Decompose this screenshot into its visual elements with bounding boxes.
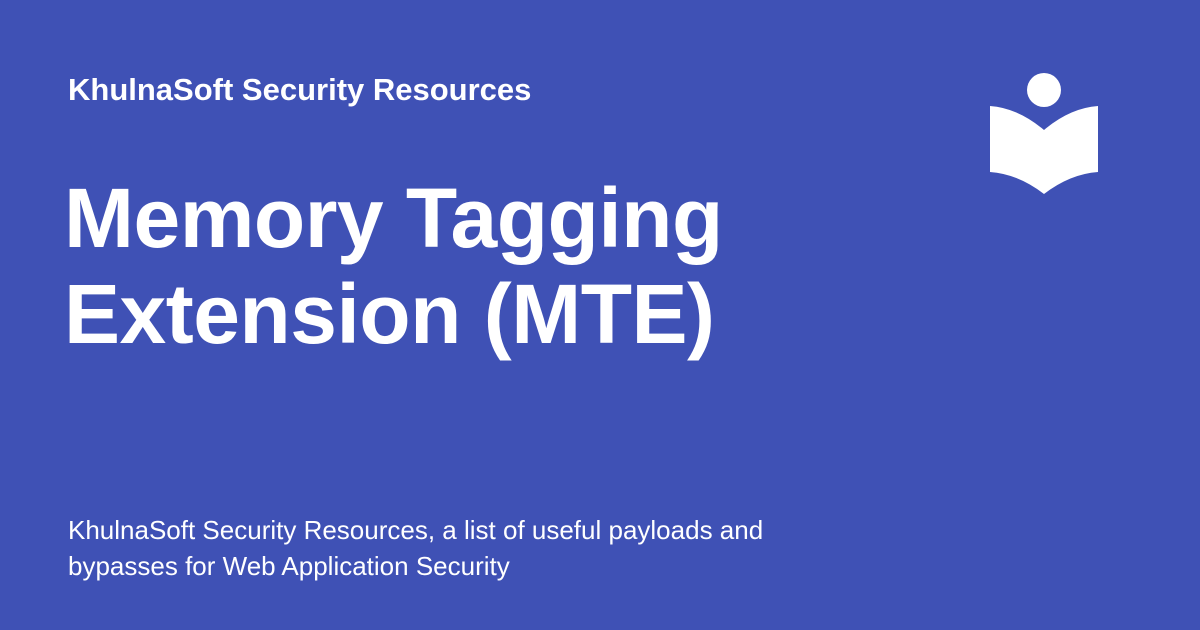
site-name: KhulnaSoft Security Resources bbox=[68, 72, 532, 107]
page-description: KhulnaSoft Security Resources, a list of… bbox=[68, 512, 848, 584]
page-title: Memory Tagging Extension (MTE) bbox=[64, 170, 924, 362]
page-title-line-1: Memory Tagging bbox=[64, 171, 723, 265]
reader-book-icon bbox=[988, 70, 1100, 198]
page-description-line-1: KhulnaSoft Security Resources, a list of… bbox=[68, 515, 764, 545]
page-title-line-2: Extension (MTE) bbox=[64, 267, 715, 361]
page-description-line-2: bypasses for Web Application Security bbox=[68, 551, 510, 581]
social-card: KhulnaSoft Security Resources Memory Tag… bbox=[0, 0, 1200, 630]
